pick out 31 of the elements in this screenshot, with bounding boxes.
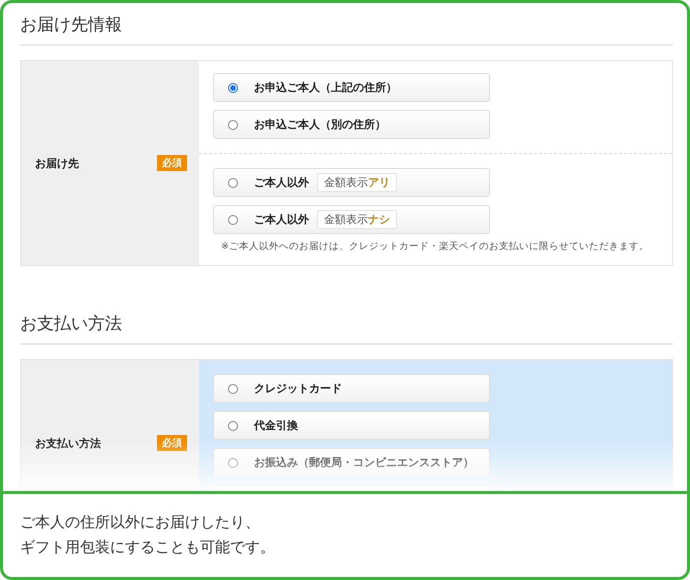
required-badge: 必須	[157, 155, 187, 171]
option-label: ご本人以外	[254, 212, 309, 227]
option-label: 代金引換	[254, 418, 298, 433]
radio-button[interactable]	[228, 82, 238, 92]
required-badge: 必須	[157, 435, 187, 451]
radio-option[interactable]: ご本人以外 金額表示アリ	[213, 168, 490, 197]
radio-button[interactable]	[228, 384, 238, 394]
note-text: ※ご本人以外へのお届けは、クレジットカード・楽天ペイのお支払いに限らせていただきます。	[220, 240, 650, 253]
radio-button[interactable]	[228, 178, 238, 188]
field-label: お支払い方法	[35, 436, 101, 450]
option-label: お振込み（郵便局・コンビニエンスストア）	[254, 455, 474, 470]
field-label: お届け先	[35, 156, 79, 170]
section-title: お届け先情報	[20, 3, 673, 46]
radio-button[interactable]	[228, 458, 238, 468]
option-label: お申込ご本人（上記の住所）	[254, 80, 397, 95]
option-label: ご本人以外	[254, 175, 309, 190]
price-display-tag: 金額表示ナシ	[317, 210, 397, 229]
radio-button[interactable]	[228, 214, 238, 224]
radio-option[interactable]: ご本人以外 金額表示ナシ	[213, 205, 490, 234]
radio-option[interactable]: クレジットカード	[213, 374, 490, 403]
price-display-tag: 金額表示アリ	[317, 173, 397, 192]
option-label: お申込ご本人（別の住所）	[254, 117, 386, 132]
radio-option[interactable]: お振込み（郵便局・コンビニエンスストア）	[213, 448, 490, 477]
section-title: お支払い方法	[20, 302, 673, 345]
radio-option[interactable]: お申込ご本人（上記の住所）	[213, 73, 490, 102]
option-label: クレジットカード	[254, 381, 342, 396]
radio-button[interactable]	[228, 120, 238, 130]
radio-option[interactable]: 代金引換	[213, 411, 490, 440]
caption-text: ご本人の住所以外にお届けしたり、 ギフト用包装にすることも可能です。	[3, 491, 687, 577]
radio-option[interactable]: お申込ご本人（別の住所）	[213, 110, 490, 139]
radio-button[interactable]	[228, 420, 238, 430]
